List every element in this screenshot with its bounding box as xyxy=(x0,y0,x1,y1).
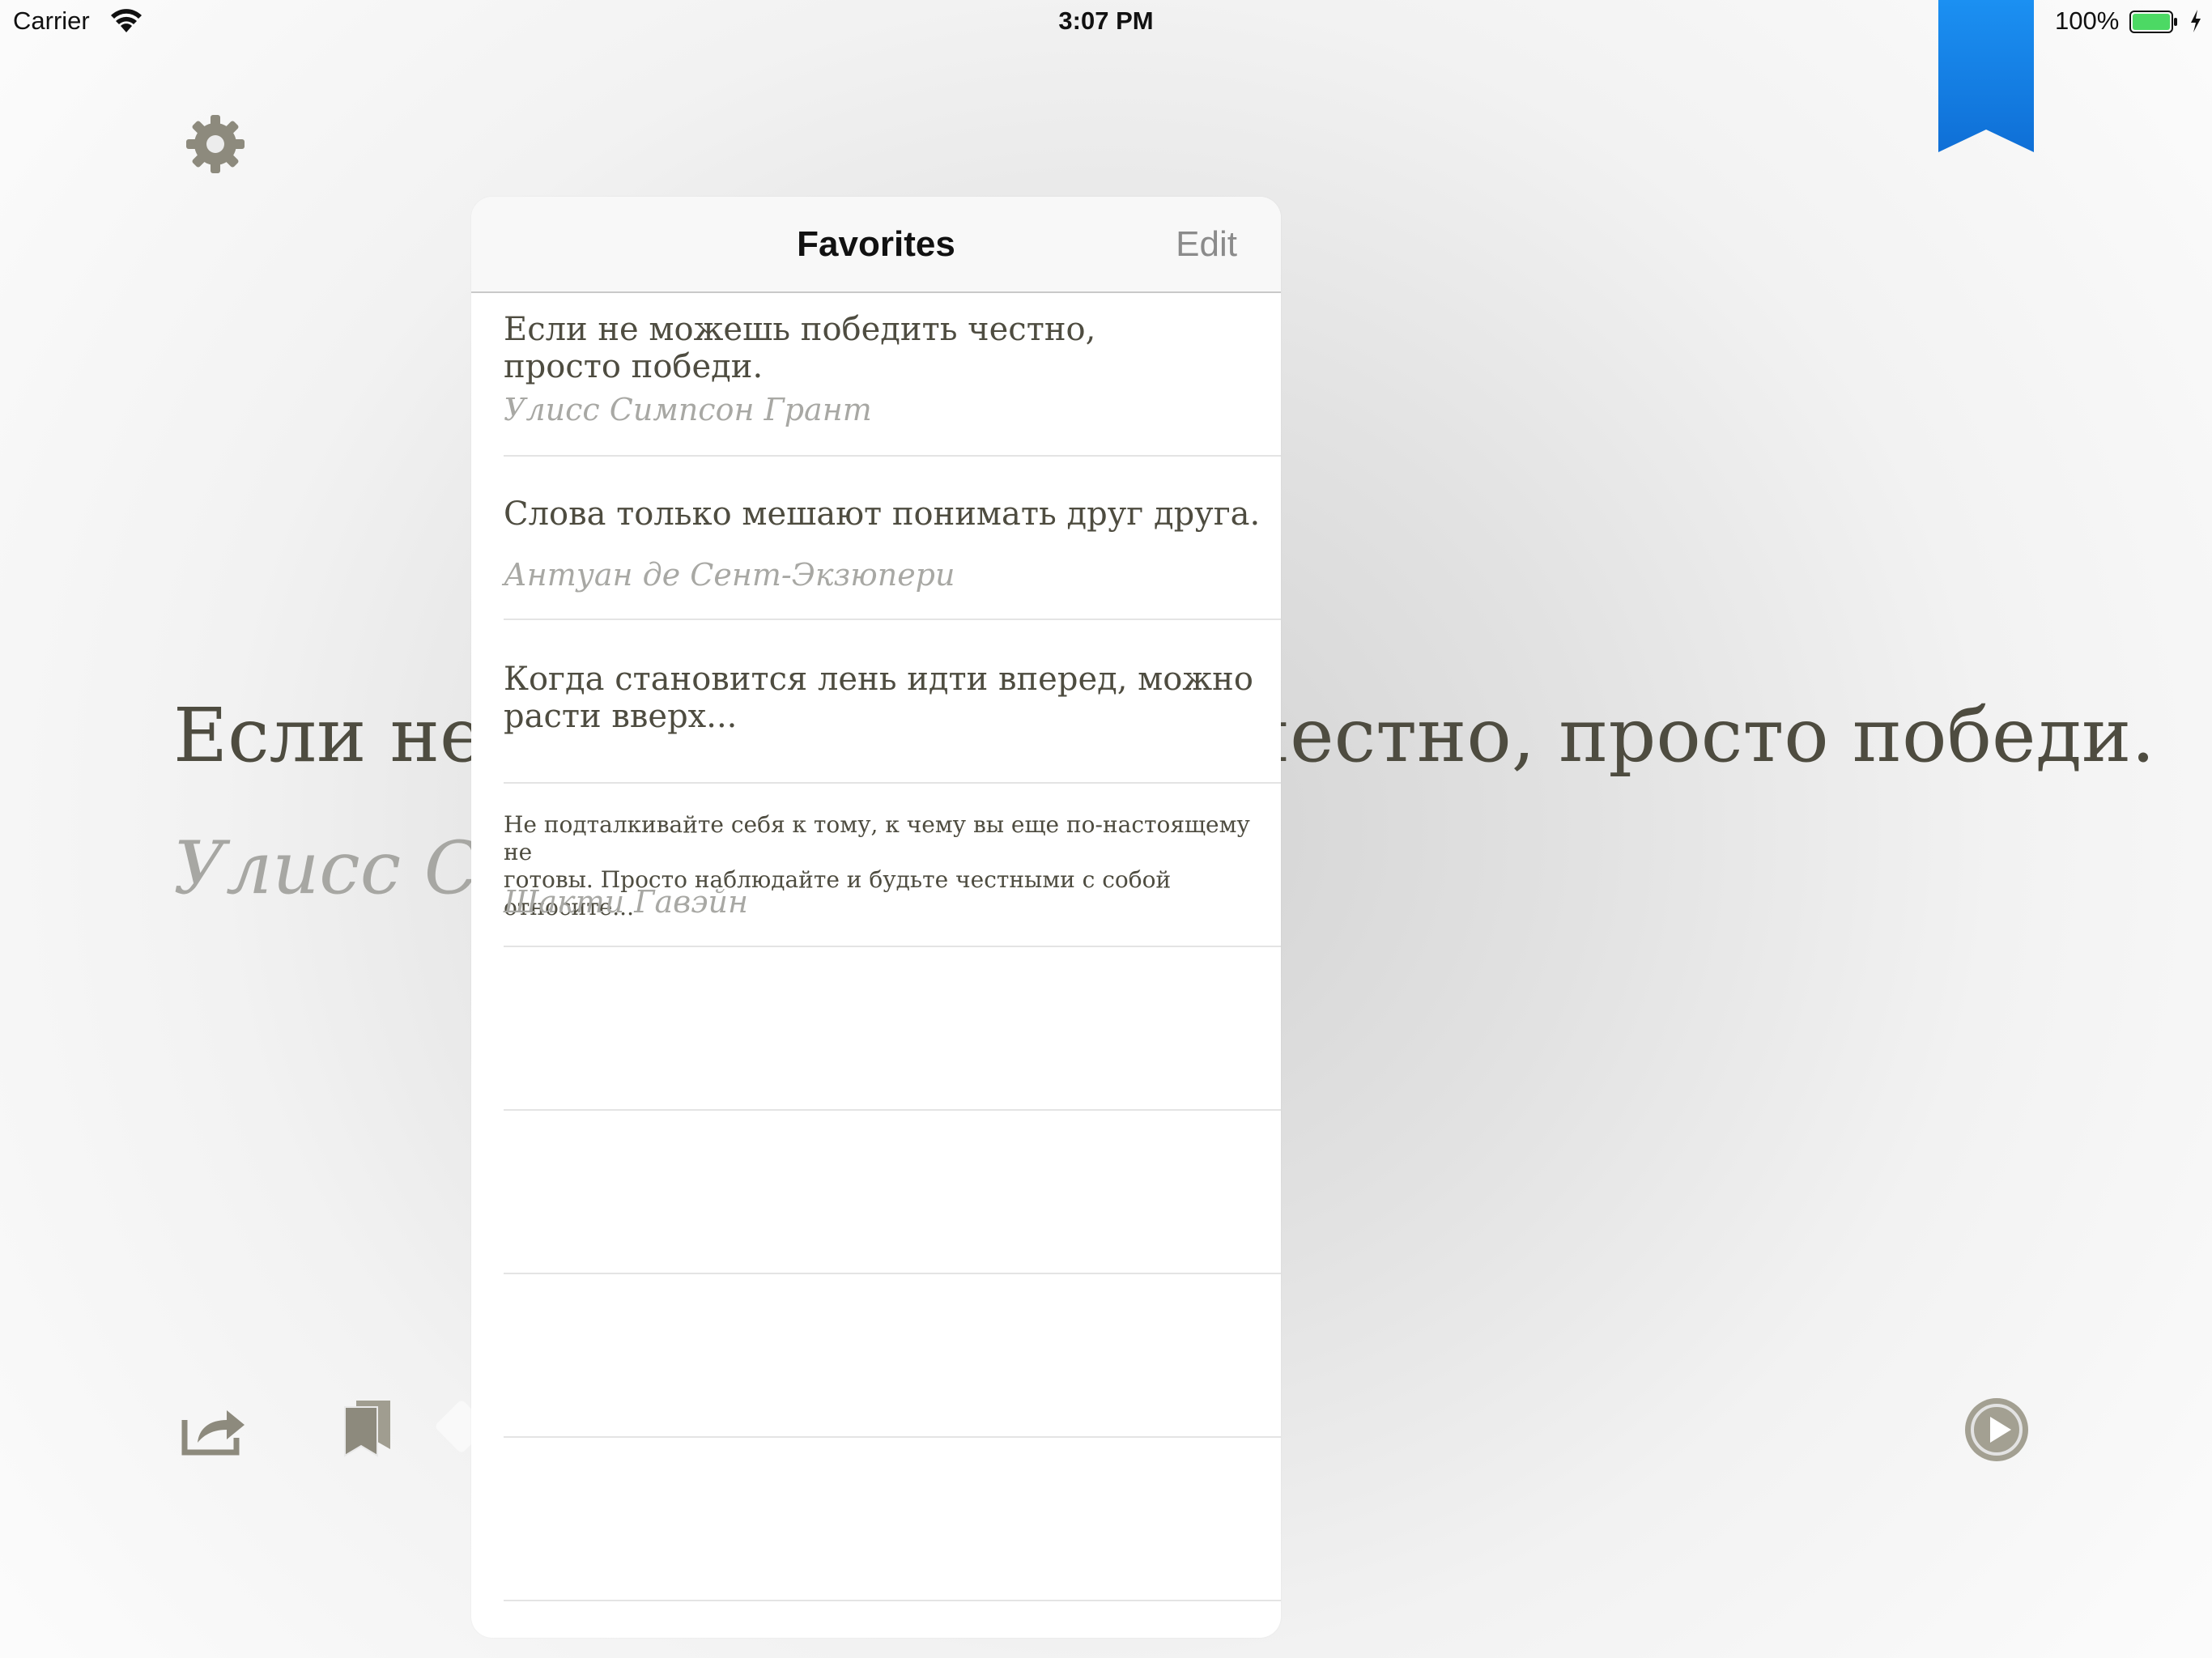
list-item[interactable]: Когда становится лень идти вперед, можно… xyxy=(504,620,1281,784)
list-item-author: Антуан де Сент-Экзюпери xyxy=(504,557,955,593)
battery-icon xyxy=(2129,11,2177,33)
favorites-popover: Favorites Edit Если не можешь победить ч… xyxy=(471,197,1281,1638)
charging-bolt-icon xyxy=(2191,10,2201,32)
list-item[interactable]: Не подталкивайте себя к тому, к чему вы … xyxy=(504,784,1281,947)
empty-row xyxy=(504,1111,1281,1274)
list-item-author: Улисс Симпсон Грант xyxy=(504,392,872,427)
list-item[interactable]: Если не можешь победить честно, просто п… xyxy=(504,293,1281,457)
list-item-quote: Когда становится лень идти вперед, можно… xyxy=(504,661,1253,735)
favorites-nav-bar: Favorites Edit xyxy=(471,197,1281,293)
favorites-list: Если не можешь победить честно, просто п… xyxy=(471,293,1281,1601)
list-item[interactable]: Слова только мешают понимать друг друга.… xyxy=(504,457,1281,620)
list-item-author: Шакти Гавэйн xyxy=(504,884,749,920)
list-item-quote: Если не можешь победить честно, просто п… xyxy=(504,311,1096,385)
empty-row xyxy=(504,1438,1281,1601)
empty-row xyxy=(504,1274,1281,1438)
bookmark-ribbon-icon[interactable] xyxy=(1938,0,2034,152)
favorites-title: Favorites xyxy=(797,224,955,264)
battery-percentage: 100% xyxy=(2055,6,2120,35)
play-icon[interactable] xyxy=(1963,1396,2031,1464)
list-item-quote: Слова только мешают понимать друг друга. xyxy=(504,495,1261,533)
bookmarks-icon[interactable] xyxy=(342,1399,393,1457)
edit-button[interactable]: Edit xyxy=(1176,224,1237,265)
gear-icon[interactable] xyxy=(183,112,248,176)
status-bar: Carrier 3:07 PM 100% xyxy=(0,0,2212,45)
clock: 3:07 PM xyxy=(1058,6,1154,35)
share-icon[interactable] xyxy=(180,1402,248,1457)
empty-row xyxy=(504,947,1281,1111)
